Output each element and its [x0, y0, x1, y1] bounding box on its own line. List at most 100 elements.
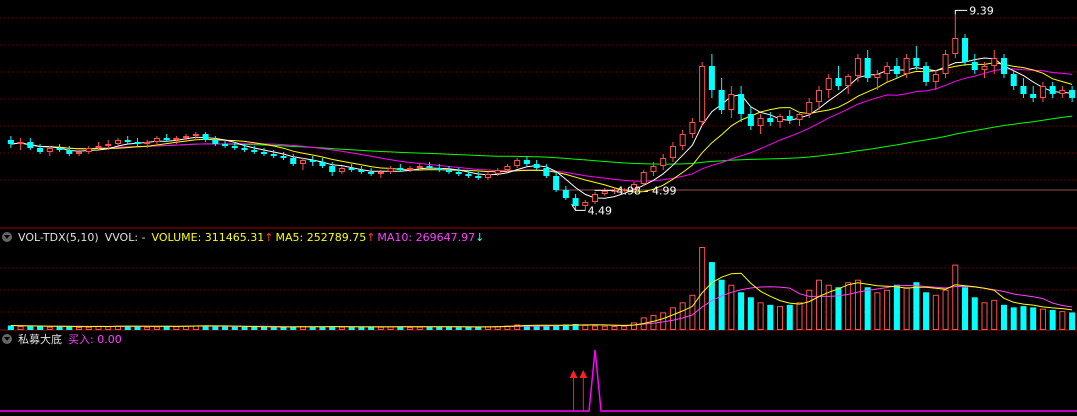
candle-body	[1069, 90, 1076, 98]
candle-body	[465, 174, 472, 176]
volume-ma5-line	[10, 272, 1073, 328]
volume-bar	[416, 326, 423, 331]
candle-body	[368, 172, 375, 174]
candle-body	[397, 168, 404, 170]
price-labels: 9.39 4.49 4.98 - 4.99	[571, 4, 994, 217]
candle-body	[475, 176, 482, 178]
candle-body	[85, 148, 92, 152]
candle-body	[27, 142, 34, 148]
volume-bar	[1039, 308, 1046, 331]
candle-body	[1039, 86, 1046, 98]
volume-bar	[981, 302, 988, 331]
vol-indicator-label: VOL-TDX(5,10)	[18, 231, 99, 244]
candle-body	[708, 66, 715, 90]
candle-body	[747, 114, 754, 126]
volume-bar	[368, 326, 375, 330]
volume-bar	[738, 292, 745, 330]
volume-bar	[27, 326, 34, 330]
candle-body	[699, 66, 706, 122]
volume-bar	[874, 292, 881, 331]
candle-body	[212, 140, 219, 144]
volume-bar	[669, 307, 676, 331]
volume-bar	[582, 324, 589, 330]
volume-bar	[962, 287, 969, 330]
candle-body	[1030, 94, 1037, 98]
ma20-line	[10, 68, 1073, 182]
ma5-line	[10, 57, 1073, 199]
volume-bar	[377, 326, 384, 331]
volume-ma10-line	[10, 284, 1073, 328]
candle-body	[864, 58, 871, 78]
ma5-value: MA5: 252789.75	[275, 231, 367, 244]
candle-body	[981, 66, 988, 70]
candle-body	[280, 156, 287, 158]
candle-body	[309, 160, 316, 162]
volume-bar	[835, 287, 842, 330]
ma60-line	[10, 115, 1073, 165]
volume-bar	[153, 326, 160, 331]
chevron-down-icon[interactable]	[2, 334, 12, 344]
volume-bar	[1049, 309, 1056, 330]
signal-arrow-icon	[579, 370, 588, 378]
buy-value: 买入: 0.00	[68, 333, 122, 346]
signal-arrow-icon	[569, 370, 578, 378]
volume-bar	[270, 327, 277, 330]
volume-bar	[465, 326, 472, 330]
volume-ma-lines	[10, 272, 1073, 328]
volume-bar	[884, 289, 891, 330]
candle-body	[407, 168, 414, 170]
candle-body	[153, 138, 160, 142]
candle-body	[514, 160, 521, 166]
candle-body	[777, 116, 784, 122]
volume-bar	[358, 327, 365, 330]
candle-body	[903, 58, 910, 74]
candle-body	[192, 134, 199, 136]
volume-bar	[718, 279, 725, 330]
range-price-label: 4.98 - 4.99	[617, 184, 677, 197]
candle-body	[533, 164, 540, 168]
candle-body	[660, 158, 667, 166]
volume-bar	[757, 302, 764, 331]
volume-bar	[864, 287, 871, 330]
candle-body	[144, 142, 151, 144]
candle-body	[1049, 86, 1056, 94]
volume-bar	[455, 327, 462, 330]
volume-bar	[105, 326, 112, 330]
volume-bar	[76, 326, 83, 330]
indicator-line	[0, 349, 1077, 412]
chevron-down-icon[interactable]	[2, 232, 12, 242]
ma10-line	[10, 62, 1073, 193]
candle-body	[222, 144, 229, 146]
volume-bar	[222, 326, 229, 330]
volume-bar	[689, 294, 696, 330]
candle-body	[601, 190, 608, 195]
candle-body	[874, 74, 881, 78]
candle-body	[290, 158, 297, 164]
volume-bar	[1030, 307, 1037, 330]
volume-bar	[173, 326, 180, 330]
vvol-label: VVOL: -	[104, 231, 146, 244]
candle-body	[426, 166, 433, 168]
volume-bar	[932, 294, 939, 330]
candle-body	[387, 168, 394, 172]
volume-bar	[1000, 304, 1007, 330]
candle-body	[679, 134, 686, 146]
volume-bar	[1059, 311, 1066, 330]
volume-bar	[796, 302, 803, 331]
candle-body	[358, 170, 365, 172]
volume-bar	[893, 284, 900, 330]
candle-body	[991, 58, 998, 66]
candle-body	[251, 150, 258, 152]
volume-bar	[1020, 306, 1027, 330]
volume-bar	[767, 304, 774, 330]
volume-bar	[46, 326, 53, 331]
volume-bar	[913, 282, 920, 330]
candle-body	[669, 146, 676, 158]
moving-average-lines	[10, 57, 1073, 199]
candle-body	[183, 136, 190, 138]
volume-bar	[231, 326, 238, 330]
candle-body	[46, 148, 53, 152]
candle-body	[806, 102, 813, 114]
volume-bar	[777, 306, 784, 330]
candle-body	[942, 54, 949, 74]
